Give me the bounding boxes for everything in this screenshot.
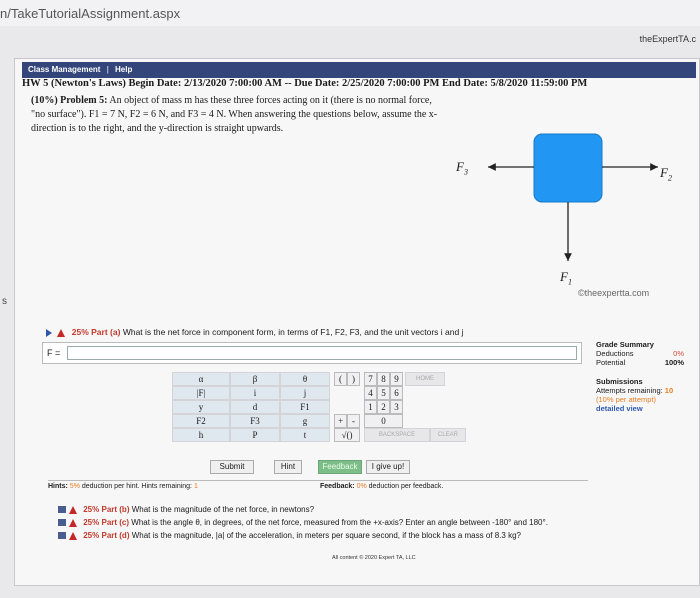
key-f1[interactable]: F1 (280, 400, 330, 414)
mass-block (533, 133, 603, 203)
hints-info: Hints: 5% deduction per hint. Hints rema… (48, 483, 198, 490)
f3-label: F3 (456, 159, 468, 177)
part-a-label: Part (a) (91, 327, 121, 337)
key-close-paren[interactable]: ) (347, 372, 360, 386)
feedback-info: Feedback: 0% deduction per feedback. (320, 483, 444, 490)
key-alpha[interactable]: α (172, 372, 230, 386)
key-clear[interactable]: CLEAR (430, 428, 466, 442)
key-d[interactable]: d (230, 400, 280, 414)
submissions-title: Submissions (596, 377, 643, 386)
part-icon (58, 532, 66, 540)
key-theta[interactable]: θ (280, 372, 330, 386)
f1-label: F1 (560, 269, 572, 287)
key-sqrt[interactable]: √() (334, 428, 360, 442)
key-p[interactable]: P (230, 428, 280, 442)
copyright: All content © 2020 Expert TA, LLC (332, 555, 416, 561)
play-icon[interactable] (46, 328, 52, 337)
attempts-row: Attempts remaining: 10 (596, 386, 674, 395)
key-6[interactable]: 6 (390, 386, 403, 400)
warning-icon (69, 531, 77, 540)
part-d[interactable]: 25% Part (d) What is the magnitude, |a| … (58, 531, 521, 540)
force-diagram: F3 F2 F1 (450, 125, 700, 305)
warning-icon (57, 328, 66, 337)
warning-icon (69, 518, 77, 527)
key-g[interactable]: g (280, 414, 330, 428)
key-beta[interactable]: β (230, 372, 280, 386)
part-icon (58, 519, 66, 527)
key-h[interactable]: h (172, 428, 230, 442)
answer-label: F = (47, 348, 61, 358)
f2-label: F2 (660, 165, 672, 183)
key-j[interactable]: j (280, 386, 330, 400)
answer-input[interactable] (67, 346, 577, 360)
part-b[interactable]: 25% Part (b) What is the magnitude of th… (58, 505, 314, 514)
submit-button[interactable]: Submit (210, 460, 254, 474)
brand-label: theExpertTA.c (639, 34, 696, 44)
menu-separator: | (106, 65, 109, 74)
key-open-paren[interactable]: ( (334, 372, 347, 386)
hints-feedback-bar: Hints: 5% deduction per hint. Hints rema… (48, 480, 588, 492)
key-7[interactable]: 7 (364, 372, 377, 386)
force-diagram-svg (488, 133, 658, 261)
part-a-header: 25% Part (a) What is the net force in co… (46, 327, 463, 337)
key-f3[interactable]: F3 (230, 414, 280, 428)
key-0[interactable]: 0 (364, 414, 403, 428)
part-a-percent: 25% (71, 327, 89, 337)
key-i[interactable]: i (230, 386, 280, 400)
potential-value: 100% (664, 358, 684, 367)
hint-button[interactable]: Hint (274, 460, 302, 474)
watermark: ©theexpertta.com (578, 288, 650, 298)
attempts-value: 10 (664, 386, 674, 395)
assignment-dates: HW 5 (Newton's Laws) Begin Date: 2/13/20… (22, 78, 588, 89)
part-a-question: What is the net force in component form,… (122, 327, 464, 337)
deductions-value: 0% (673, 349, 684, 358)
key-y[interactable]: y (172, 400, 230, 414)
key-8[interactable]: 8 (377, 372, 390, 386)
key-5[interactable]: 5 (377, 386, 390, 400)
key-minus[interactable]: - (347, 414, 360, 428)
key-f2[interactable]: F2 (172, 414, 230, 428)
answer-row: F = (42, 342, 582, 364)
address-bar[interactable]: n/TakeTutorialAssignment.aspx (0, 0, 700, 26)
hints-remaining: 1 (193, 483, 198, 490)
key-9[interactable]: 9 (390, 372, 403, 386)
key-1[interactable]: 1 (364, 400, 377, 414)
class-management-link[interactable]: Class Management (28, 65, 100, 74)
problem-statement: (10%) Problem 5: An object of mass m has… (31, 94, 441, 136)
problem-heading: (10%) Problem 5: (31, 95, 108, 106)
feedback-button[interactable]: Feedback (318, 460, 362, 474)
warning-icon (69, 505, 77, 514)
part-c[interactable]: 25% Part (c) What is the angle θ, in deg… (58, 518, 548, 527)
key-2[interactable]: 2 (377, 400, 390, 414)
key-plus[interactable]: + (334, 414, 347, 428)
url-text: n/TakeTutorialAssignment.aspx (0, 6, 181, 21)
grade-summary-title: Grade Summary (596, 340, 654, 349)
key-backspace[interactable]: BACKSPACE (364, 428, 430, 442)
left-edge-marker: s (2, 296, 7, 307)
detailed-view-link[interactable]: detailed view (596, 404, 684, 413)
key-abs-f[interactable]: |F| (172, 386, 230, 400)
potential-row: Potential 100% (596, 358, 684, 367)
help-link[interactable]: Help (115, 65, 132, 74)
key-4[interactable]: 4 (364, 386, 377, 400)
grade-summary: Grade Summary Deductions 0% Potential 10… (596, 340, 684, 413)
give-up-button[interactable]: I give up! (366, 460, 410, 474)
deductions-row: Deductions 0% (596, 349, 684, 358)
per-attempt: (10% per attempt) (596, 395, 657, 404)
key-t[interactable]: t (280, 428, 330, 442)
class-menu-bar: Class Management | Help (22, 62, 696, 78)
key-3[interactable]: 3 (390, 400, 403, 414)
part-icon (58, 506, 66, 514)
key-home[interactable]: HOME (405, 372, 445, 386)
